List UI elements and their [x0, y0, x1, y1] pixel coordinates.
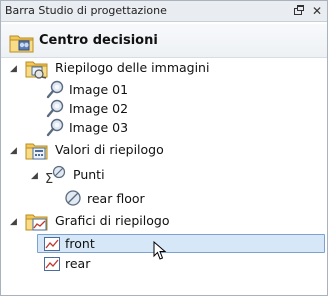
tree-node-label: Valori di riepilogo	[55, 142, 164, 157]
expand-triangle-icon[interactable]: ◢	[31, 171, 41, 181]
expand-triangle-icon[interactable]: ◢	[10, 64, 20, 74]
tree-leaf-label: Image 02	[69, 101, 129, 116]
panel-title: Barra Studio di progettazione	[5, 4, 167, 17]
mouse-cursor-icon	[153, 240, 167, 265]
tree-leaf-label: rear floor	[87, 191, 145, 206]
tree-node-label: Grafici di riepilogo	[55, 213, 170, 228]
tree-leaf-label: rear	[65, 256, 91, 271]
tree-node-summary-charts[interactable]: ◢ Grafici di riepilogo	[1, 210, 327, 232]
panel-title-bar: Barra Studio di progettazione ✕	[1, 1, 327, 22]
tree-node-label: Riepilogo delle immagini	[55, 60, 210, 75]
tree-leaf-label: Image 03	[69, 120, 129, 135]
calculator-folder-icon	[25, 139, 49, 165]
design-studio-panel: Barra Studio di progettazione ✕ Centro d…	[0, 0, 328, 296]
close-button[interactable]: ✕	[310, 4, 324, 18]
tree-leaf-rear-floor[interactable]: rear floor	[1, 188, 327, 210]
tree-root-decision-center[interactable]: Centro decisioni	[1, 24, 327, 58]
point-value-icon	[63, 188, 83, 212]
expand-triangle-icon[interactable]: ◢	[10, 217, 20, 227]
tree-leaf-label: front	[65, 236, 95, 251]
svg-text:Σ: Σ	[45, 172, 53, 186]
tree-root-label: Centro decisioni	[39, 33, 158, 48]
sigma-points-icon: Σ	[44, 164, 68, 190]
chart-icon	[43, 255, 61, 277]
tree-node-images-summary[interactable]: ◢ Riepilogo delle immagini	[1, 57, 327, 79]
tree-leaf-image-03[interactable]: Image 03	[1, 117, 327, 139]
expand-triangle-icon[interactable]: ◢	[10, 146, 20, 156]
tree-node-summary-values[interactable]: ◢ Valori di riepilogo	[1, 139, 327, 161]
tree-node-label: Punti	[73, 167, 105, 182]
pin-icon[interactable]	[292, 4, 306, 18]
tree-leaf-label: Image 01	[69, 82, 129, 97]
tree-node-points[interactable]: ◢ Σ Punti	[1, 164, 327, 187]
decision-center-icon	[9, 30, 35, 58]
